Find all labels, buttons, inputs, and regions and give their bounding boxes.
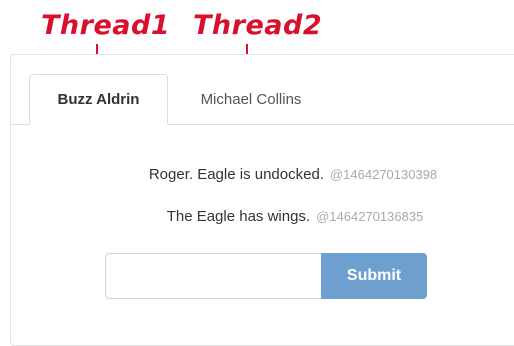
tab-michael-collins[interactable]: Michael Collins [178,74,324,124]
message-timestamp: @1464270136835 [316,209,424,224]
message-item: Roger. Eagle is undocked. @1464270130398 [36,166,514,183]
message-text: The Eagle has wings. [166,208,311,225]
thread1-annotation-label: Thread1 [41,10,171,41]
message-input[interactable] [105,253,322,299]
message-text: Roger. Eagle is undocked. [148,166,324,183]
thread2-annotation-label: Thread2 [193,10,323,41]
message-item: The Eagle has wings. @1464270136835 [38,208,514,225]
submit-button[interactable]: Submit [321,253,427,299]
tab-buzz-aldrin[interactable]: Buzz Aldrin [29,74,168,125]
message-timestamp: @1464270130398 [329,167,438,182]
